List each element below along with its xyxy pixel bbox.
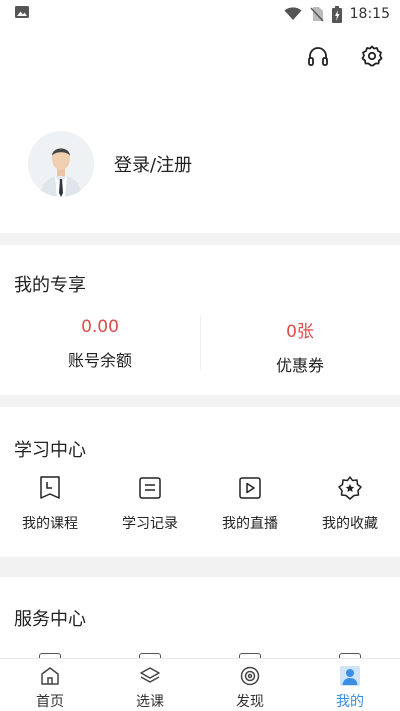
user-icon bbox=[339, 665, 361, 687]
status-bar: 18:15 bbox=[0, 0, 400, 28]
divider bbox=[200, 315, 201, 370]
discover-icon bbox=[239, 665, 261, 687]
wifi-icon bbox=[284, 7, 302, 21]
my-favorites-button[interactable]: 我的收藏 bbox=[300, 475, 400, 533]
avatar[interactable] bbox=[28, 131, 94, 197]
coupon-value: 0张 bbox=[286, 322, 314, 342]
nav-label: 我的 bbox=[336, 694, 364, 710]
nav-home[interactable]: 首页 bbox=[0, 659, 100, 711]
coupons[interactable]: 0张 优惠券 bbox=[200, 315, 400, 375]
profile-header: 登录/注册 bbox=[0, 28, 400, 233]
study-center-card: 学习中心 我的课程 学习记录 我的直播 我的收藏 bbox=[0, 407, 400, 557]
headset-icon[interactable] bbox=[306, 44, 330, 68]
nav-label: 选课 bbox=[136, 694, 164, 710]
settings-icon[interactable] bbox=[360, 44, 384, 68]
study-record-button[interactable]: 学习记录 bbox=[100, 475, 200, 533]
login-register-label[interactable]: 登录/注册 bbox=[114, 151, 192, 177]
grid-label: 学习记录 bbox=[122, 516, 178, 532]
bottom-nav: 首页 选课 发现 我的 bbox=[0, 658, 400, 711]
section-title: 我的专享 bbox=[14, 275, 86, 296]
coupon-label: 优惠券 bbox=[275, 356, 324, 375]
grid-label: 我的课程 bbox=[22, 516, 78, 532]
battery-charging-icon bbox=[331, 5, 342, 23]
nav-discover[interactable]: 发现 bbox=[200, 659, 300, 711]
section-title: 学习中心 bbox=[14, 440, 86, 461]
nav-courses[interactable]: 选课 bbox=[100, 659, 200, 711]
nav-label: 发现 bbox=[236, 694, 264, 710]
course-icon bbox=[37, 475, 63, 501]
gallery-notification-icon bbox=[14, 4, 30, 24]
my-live-button[interactable]: 我的直播 bbox=[200, 475, 300, 533]
home-icon bbox=[39, 665, 61, 687]
nav-mine[interactable]: 我的 bbox=[300, 659, 400, 711]
login-entry[interactable]: 登录/注册 bbox=[28, 131, 192, 197]
grid-label: 我的收藏 bbox=[322, 516, 378, 532]
balance-label: 账号余额 bbox=[67, 351, 132, 370]
exclusive-card: 我的专享 0.00 账号余额 0张 优惠券 bbox=[0, 245, 400, 395]
record-icon bbox=[137, 475, 163, 501]
nav-label: 首页 bbox=[36, 694, 64, 710]
my-courses-button[interactable]: 我的课程 bbox=[0, 475, 100, 533]
layers-icon bbox=[139, 665, 161, 687]
no-sim-icon bbox=[310, 6, 324, 22]
account-balance[interactable]: 0.00 账号余额 bbox=[0, 315, 200, 370]
grid-label: 我的直播 bbox=[222, 516, 278, 532]
favorite-icon bbox=[337, 475, 363, 501]
balance-value: 0.00 bbox=[81, 317, 119, 337]
section-title: 服务中心 bbox=[14, 609, 86, 630]
status-time: 18:15 bbox=[349, 6, 390, 22]
service-center-card: 服务中心 bbox=[0, 577, 400, 667]
live-icon bbox=[237, 475, 263, 501]
